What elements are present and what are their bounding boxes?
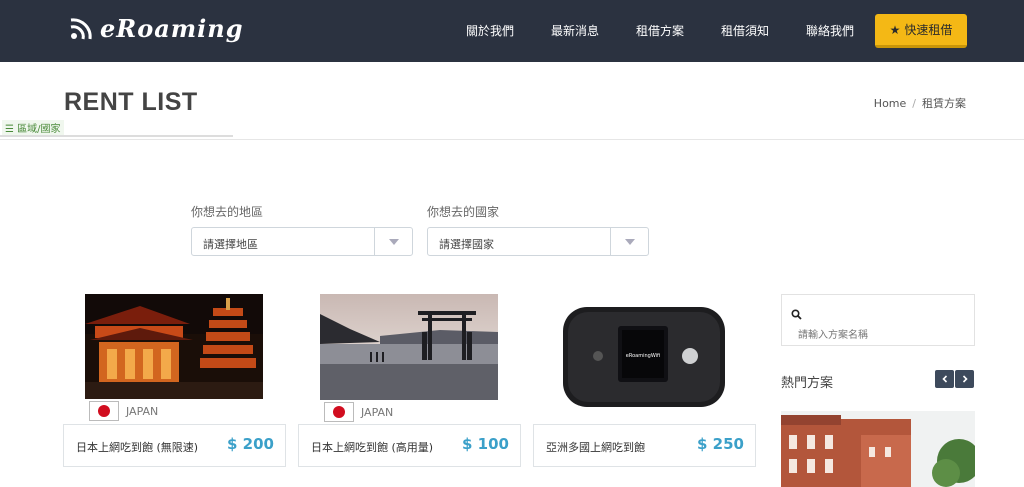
- product-card[interactable]: 日本上網吃到飽 (無限速) $ 200: [63, 424, 286, 467]
- search-input[interactable]: 請輸入方案名稱: [798, 326, 868, 341]
- product-country: JAPAN: [126, 405, 159, 418]
- product-name: 日本上網吃到飽 (高用量): [311, 441, 434, 454]
- title-bar: RENT LIST Home / 租賃方案: [0, 62, 1024, 140]
- product-country: JAPAN: [361, 406, 394, 419]
- quick-rent-button[interactable]: ★ 快速租借: [875, 14, 967, 48]
- breadcrumb-current: 租賃方案: [922, 97, 966, 110]
- breadcrumb: Home / 租賃方案: [873, 97, 966, 110]
- hot-plan-image[interactable]: [781, 411, 975, 487]
- breadcrumb-home[interactable]: Home: [874, 97, 906, 110]
- quick-rent-label: 快速租借: [904, 23, 953, 37]
- wifi-logo-icon: [68, 14, 96, 42]
- product-price: $ 100: [462, 435, 509, 453]
- star-icon: ★: [889, 22, 901, 37]
- prev-arrow-button[interactable]: [935, 370, 954, 388]
- chevron-left-icon: [941, 375, 947, 383]
- country-select[interactable]: 請選擇國家: [427, 227, 649, 256]
- product-price: $ 250: [697, 435, 744, 453]
- region-country-tag[interactable]: ☰ 區域/國家: [2, 120, 64, 135]
- product-image-wifi-device[interactable]: eRoamingWifi: [560, 304, 728, 410]
- page-title: RENT LIST: [64, 88, 198, 116]
- country-select-value: 請選擇國家: [439, 238, 494, 251]
- logo[interactable]: eRoaming: [68, 10, 244, 46]
- next-arrow-button[interactable]: [955, 370, 974, 388]
- japan-flag-icon: [89, 401, 119, 421]
- chevron-down-icon: [374, 228, 412, 255]
- nav-notice[interactable]: 租借須知: [721, 22, 769, 39]
- chevron-down-icon: [610, 228, 648, 255]
- region-label: 你想去的地區: [191, 205, 264, 219]
- nav-plans[interactable]: 租借方案: [636, 22, 684, 39]
- region-select-value: 請選擇地區: [203, 238, 258, 251]
- japan-flag-icon: [324, 402, 354, 422]
- product-name: 亞洲多國上網吃到飽: [546, 441, 645, 454]
- product-card[interactable]: 亞洲多國上網吃到飽 $ 250: [533, 424, 756, 467]
- product-image-torii[interactable]: [320, 294, 498, 400]
- product-price: $ 200: [227, 435, 274, 453]
- nav-news[interactable]: 最新消息: [551, 22, 599, 39]
- region-select[interactable]: 請選擇地區: [191, 227, 413, 256]
- nav-contact[interactable]: 聯絡我們: [806, 22, 854, 39]
- hot-plans-title: 熱門方案: [781, 376, 834, 391]
- product-name: 日本上網吃到飽 (無限速): [76, 441, 199, 454]
- divider: [0, 135, 233, 137]
- top-header: eRoaming 關於我們 最新消息 租借方案 租借須知 聯絡我們 ★ 快速租借: [0, 0, 1024, 62]
- search-icon: [791, 305, 802, 324]
- nav-about[interactable]: 關於我們: [466, 22, 514, 39]
- logo-text: eRoaming: [100, 13, 244, 43]
- chevron-right-icon: [962, 375, 968, 383]
- plan-search-box[interactable]: 請輸入方案名稱: [781, 294, 975, 346]
- product-image-temple[interactable]: [85, 294, 263, 399]
- svg-text:eRoamingWifi: eRoamingWifi: [626, 353, 660, 359]
- country-label: 你想去的國家: [427, 205, 500, 219]
- product-card[interactable]: 日本上網吃到飽 (高用量) $ 100: [298, 424, 521, 467]
